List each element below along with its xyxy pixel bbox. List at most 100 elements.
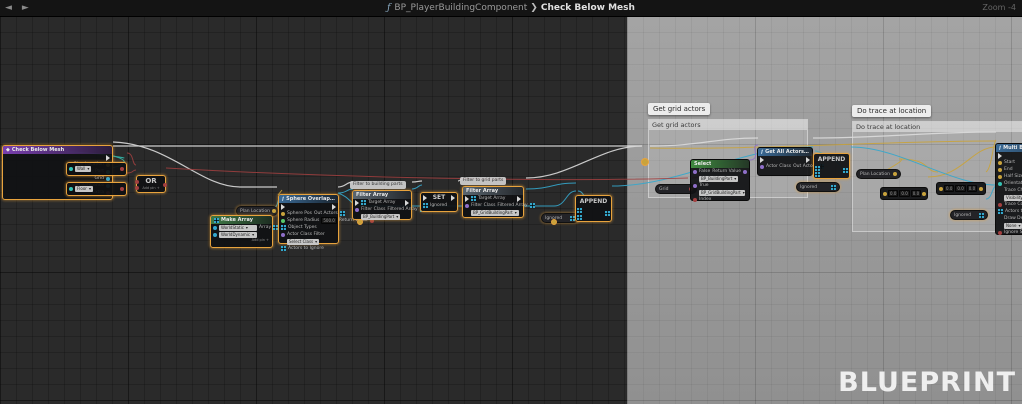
exec-out-pin[interactable] [451,195,455,201]
reroute-knot[interactable] [551,219,557,225]
exec-in-pin[interactable] [465,196,469,202]
node-vector-op-a[interactable]: 0.0 0.0 0.0 [880,187,928,200]
node-vector-op-b[interactable]: 0.0 0.0 0.0 [936,182,986,195]
trace-complex-pin[interactable] [998,203,1002,207]
y-input[interactable]: 0.0 [955,185,965,192]
array-out-pin[interactable] [979,213,984,218]
node-equal-enum-wall[interactable]: Wall▾ [66,162,127,176]
grid-pin[interactable] [106,177,110,181]
node-filter-array-grid[interactable]: Filter Array Target Array Filter Class F… [462,186,524,218]
bool-out-pin[interactable] [120,187,124,191]
node-select[interactable]: Select False Return Value BP_BuildingPar… [690,159,750,201]
false-pin[interactable] [693,170,697,174]
object-type-dropdown[interactable]: WorldDynamic▾ [219,232,257,238]
return-value-pin[interactable] [743,170,747,174]
enum-in-pin[interactable] [69,187,73,191]
node-append-2[interactable]: APPEND [813,153,850,179]
graph-canvas[interactable]: Get grid actors Do trace at location [0,16,1022,404]
target-array-pin[interactable] [361,200,366,205]
node-multi-box-trace[interactable]: ƒMulti Box Trace By Channel Start End Ha… [995,143,1022,235]
bool-out-pin[interactable] [120,167,124,171]
var-pill-ignored[interactable]: Ignored [796,182,840,192]
actor-class-pin[interactable] [760,165,764,169]
filter-class-pin[interactable] [465,204,469,208]
array-out-pin[interactable] [843,168,848,173]
array-b-pin[interactable] [815,172,820,177]
sphere-radius-pin[interactable] [281,219,285,223]
end-pin[interactable] [998,168,1002,172]
add-pin-button[interactable]: Add pin + [137,186,165,191]
element-0-pin[interactable] [213,226,217,230]
node-or[interactable]: OR Add pin + [136,175,166,193]
actor-class-filter-pin[interactable] [281,233,285,237]
reroute-knot[interactable] [357,219,363,225]
true-pin[interactable] [693,184,697,188]
node-get-all-actors-of-class[interactable]: ƒGet All Actors Of Class Actor Class Out… [757,147,813,176]
ignore-self-pin[interactable] [998,231,1002,235]
breadcrumb-root[interactable]: BP_PlayerBuildingComponent [394,3,527,13]
vector-in-pin[interactable] [883,192,887,196]
out-actors-pin[interactable] [340,211,345,216]
var-pill-ignored[interactable]: Ignored [541,213,579,223]
z-input[interactable]: 0.0 [911,190,921,197]
exec-out-pin[interactable] [806,157,810,163]
y-input[interactable]: 0.0 [899,190,909,197]
vector-out-pin[interactable] [893,172,897,176]
node-filter-array-parts[interactable]: Filter Array Target Array Filter Class F… [352,190,412,220]
half-size-pin[interactable] [998,175,1002,179]
node-set-ignored[interactable]: SET Ignored [420,192,458,212]
target-array-pin[interactable] [471,196,476,201]
exec-in-pin[interactable] [355,200,359,206]
vector-in-pin[interactable] [939,187,943,191]
array-out-pin[interactable] [605,211,610,216]
radius-input[interactable]: 500.0 [321,217,336,224]
node-append-1[interactable]: APPEND [575,195,612,222]
var-pill-plan-location[interactable]: Plan Location [856,169,901,179]
z-input[interactable]: 0.0 [967,185,977,192]
bool-out-pin[interactable] [163,183,167,187]
filter-class-pin[interactable] [355,208,359,212]
actors-to-ignore-pin[interactable] [998,209,1003,214]
exec-in-pin[interactable] [998,153,1002,159]
index-pin[interactable] [693,198,697,202]
array-b-pin[interactable] [577,215,582,220]
node-make-array[interactable]: Make Array WorldStatic▾ Array WorldDynam… [210,215,273,248]
enum-dropdown[interactable]: Wall▾ [75,166,91,172]
exec-in-pin[interactable] [281,204,285,210]
trace-channel-dropdown[interactable]: Visibility▾ [1004,195,1022,201]
comment-title[interactable]: Get grid actors [649,120,807,130]
object-types-pin[interactable] [281,225,286,230]
filtered-array-pin[interactable] [530,203,535,208]
actors-to-ignore-pin[interactable] [281,246,286,251]
reroute-knot[interactable] [641,158,649,166]
vector-out-pin[interactable] [979,187,983,191]
x-input[interactable]: 0.0 [944,185,954,192]
enum-dropdown[interactable]: Floor▾ [75,186,93,192]
array-a-pin[interactable] [577,208,582,213]
class-dropdown[interactable]: BP_GridBuildingPart▾ [699,190,745,196]
exec-out-pin[interactable] [517,196,521,202]
x-input[interactable]: 0.0 [888,190,898,197]
sphere-pos-pin[interactable] [281,212,285,216]
breadcrumb-current[interactable]: Check Below Mesh [541,3,635,13]
element-1-pin[interactable] [213,233,217,237]
bool-in-pin[interactable] [135,186,139,190]
class-dropdown[interactable]: BP_GridBuildingPart▾ [471,210,519,216]
enum-in-pin[interactable] [69,167,73,171]
array-a-pin[interactable] [815,166,820,171]
class-dropdown[interactable]: Select Class▾ [287,239,319,245]
start-pin[interactable] [998,161,1002,165]
orientation-pin[interactable] [998,182,1002,186]
comment-title[interactable]: Do trace at location [853,122,1022,132]
node-sphere-overlap-actors[interactable]: ƒSphere Overlap Actors Sphere Pos Out Ac… [278,194,339,244]
node-equal-enum-floor[interactable]: Floor▾ [66,182,127,196]
object-type-dropdown[interactable]: WorldStatic▾ [219,225,257,231]
exec-in-pin[interactable] [423,195,427,201]
exec-out-pin[interactable] [332,204,336,210]
vector-out-pin[interactable] [272,209,276,213]
class-dropdown[interactable]: BP_BuildingPart▾ [361,214,400,220]
exec-out-pin[interactable] [405,200,409,206]
add-pin-button[interactable]: Add pin + [211,238,272,243]
class-dropdown[interactable]: BP_BuildingPart▾ [699,176,738,182]
exec-in-pin[interactable] [760,157,764,163]
